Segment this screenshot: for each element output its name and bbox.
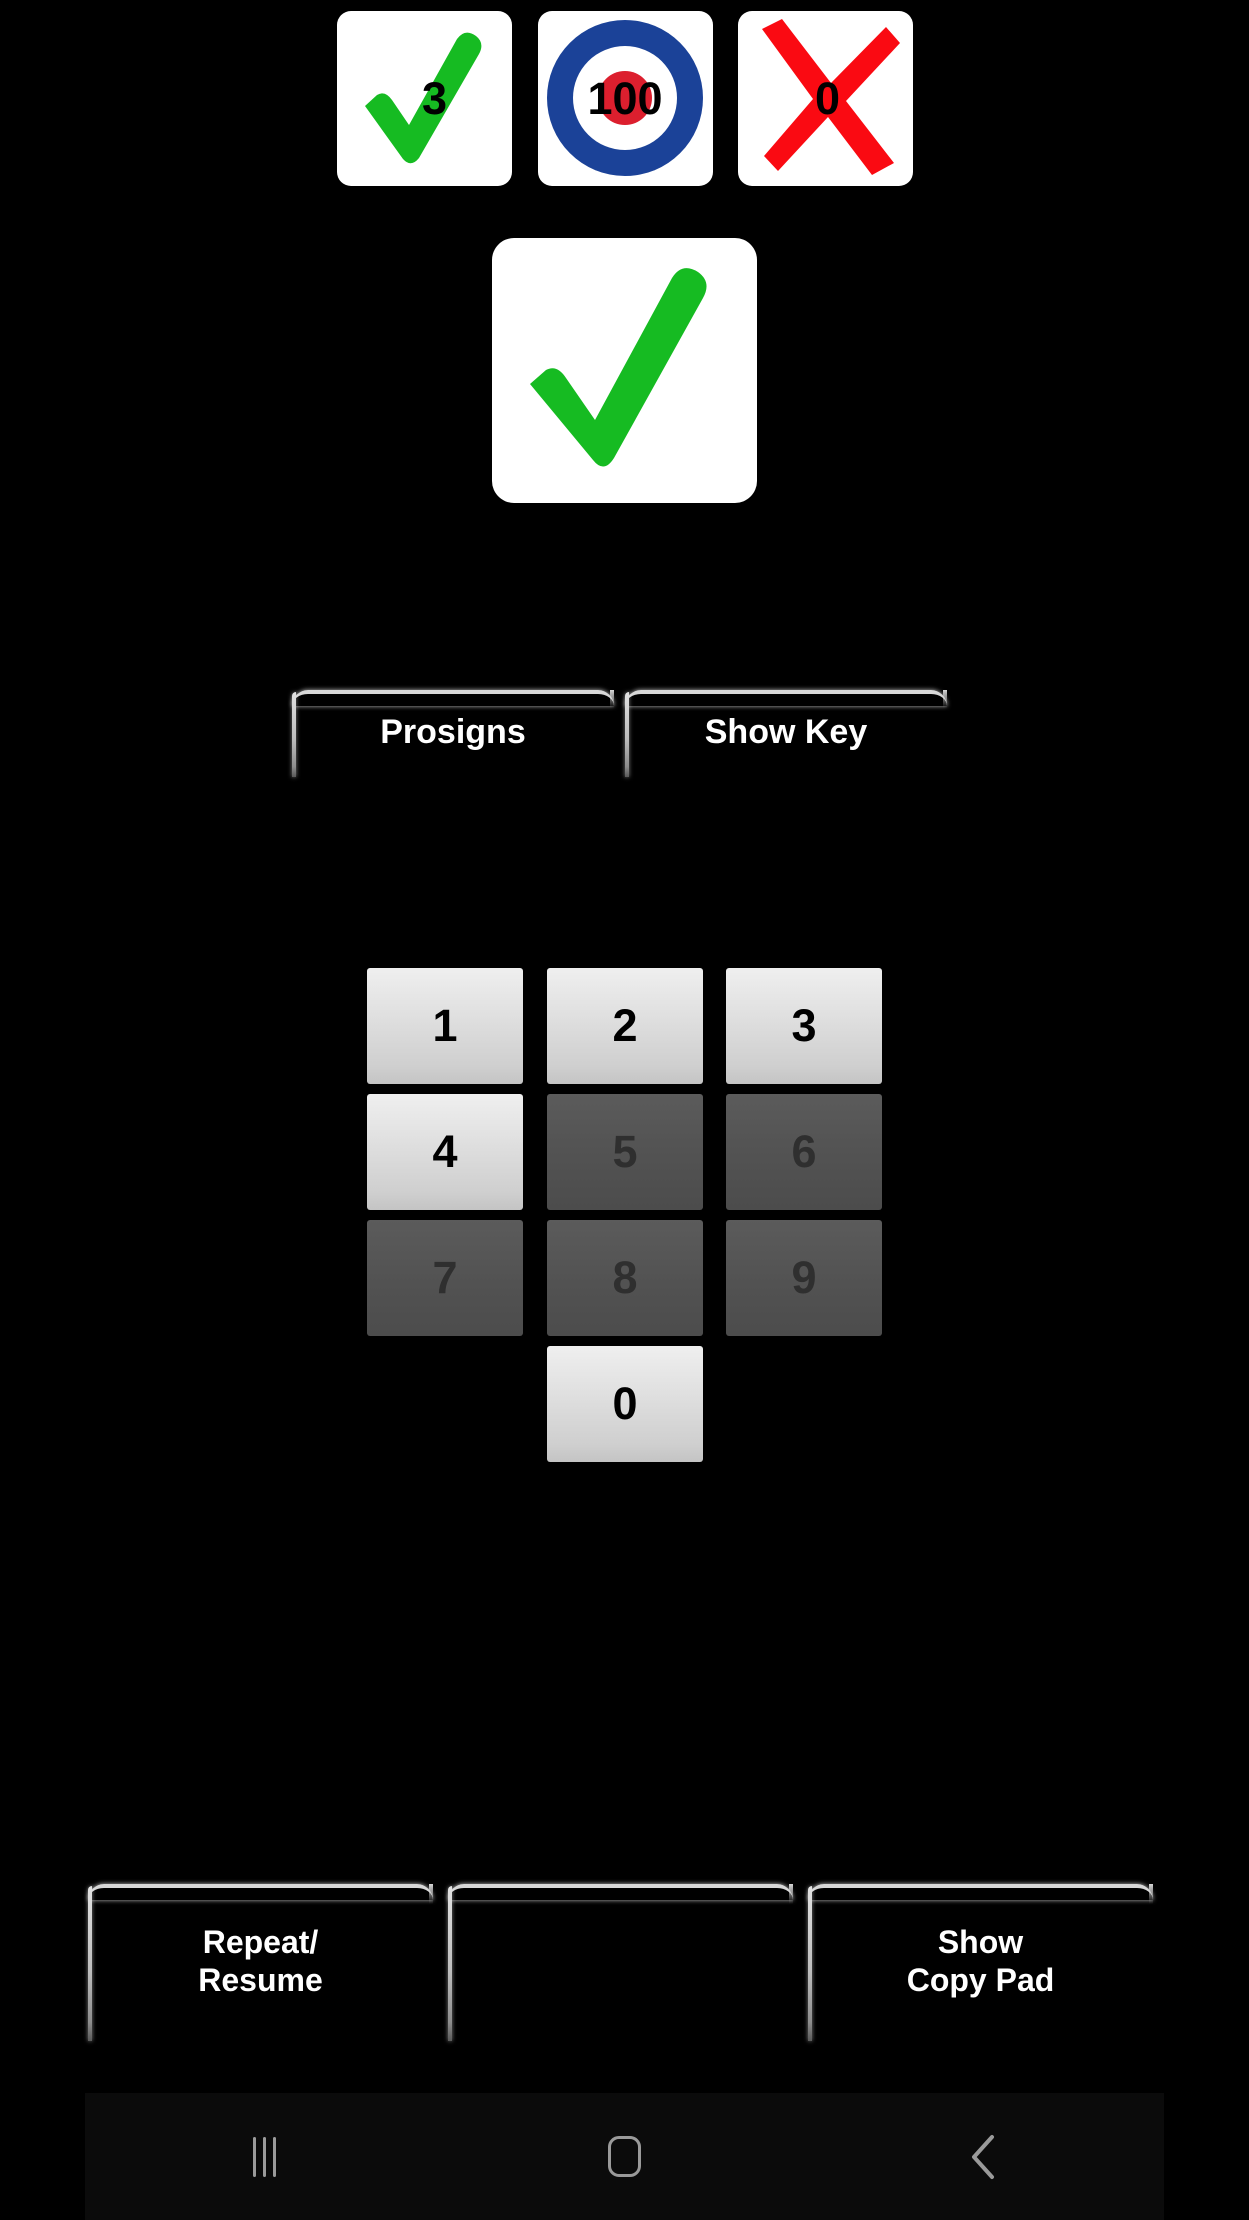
prosigns-button-label: Prosigns	[380, 713, 526, 752]
key-8: 8	[547, 1220, 703, 1336]
key-2[interactable]: 2	[547, 968, 703, 1084]
wrong-count-card: 0	[738, 11, 913, 186]
border-cap	[789, 1884, 793, 1904]
key-4[interactable]: 4	[367, 1094, 523, 1210]
score-value: 100	[587, 73, 663, 124]
wrong-count-value: 0	[814, 73, 841, 124]
recents-icon	[253, 2136, 277, 2177]
status-icon-row: 3 100 0	[337, 11, 913, 186]
border-cap	[943, 690, 947, 708]
numeric-keypad: 1 2 3 4 5 6 7 8 9 0	[367, 968, 882, 1504]
repeat-resume-button[interactable]: Repeat/ Resume	[88, 1884, 433, 2041]
key-5: 5	[547, 1094, 703, 1210]
border-cap	[1149, 1884, 1153, 1904]
correct-count-card: 3	[337, 11, 512, 186]
correct-count-value: 3	[421, 73, 448, 124]
key-0[interactable]: 0	[547, 1346, 703, 1462]
key-7: 7	[367, 1220, 523, 1336]
nav-home-button[interactable]	[445, 2093, 805, 2220]
back-chevron-icon	[972, 2134, 995, 2179]
android-navigation-bar	[85, 2093, 1164, 2220]
repeat-resume-button-label: Repeat/ Resume	[198, 1923, 323, 1998]
nav-recents-button[interactable]	[85, 2093, 445, 2220]
show-copy-pad-button-label: Show Copy Pad	[906, 1923, 1055, 1998]
middle-blank-button[interactable]	[448, 1884, 793, 2041]
show-key-button-label: Show Key	[704, 713, 868, 752]
score-card: 100	[537, 11, 713, 186]
key-6: 6	[726, 1094, 882, 1210]
nav-back-button[interactable]	[804, 2093, 1164, 2220]
border-cap	[429, 1884, 433, 1904]
feedback-card	[492, 238, 757, 503]
key-1[interactable]: 1	[367, 968, 523, 1084]
show-key-button[interactable]: Show Key	[625, 690, 947, 777]
app-screen: 3 100 0 Prosigns Show Key 1 2 3 4 5 6 7 …	[0, 0, 1249, 2220]
show-copy-pad-button[interactable]: Show Copy Pad	[808, 1884, 1153, 2041]
prosigns-button[interactable]: Prosigns	[292, 690, 614, 777]
green-check-icon	[530, 268, 707, 467]
home-icon	[608, 2136, 641, 2177]
key-9: 9	[726, 1220, 882, 1336]
border-cap	[610, 690, 614, 708]
key-3[interactable]: 3	[726, 968, 882, 1084]
